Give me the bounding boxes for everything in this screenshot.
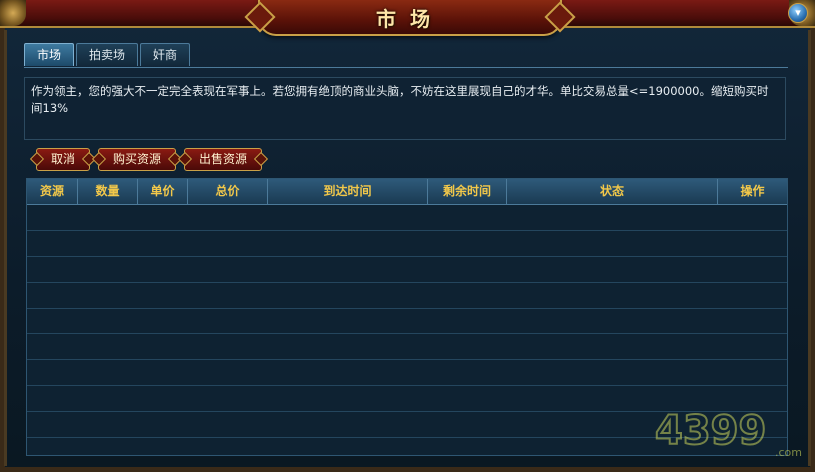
watermark-logo: 4399 .com xyxy=(655,407,802,459)
column-header-arrival-time: 到达时间 xyxy=(268,179,428,204)
tab-auction[interactable]: 拍卖场 xyxy=(76,43,139,66)
window-title: 市场 xyxy=(376,6,444,31)
cancel-button[interactable]: 取消 xyxy=(36,148,91,171)
sell-resource-button[interactable]: 出售资源 xyxy=(184,148,263,171)
table-header: 资源 数量 单价 总价 到达时间 剩余时间 状态 操作 xyxy=(27,179,787,205)
action-bar: 取消 购买资源 出售资源 xyxy=(36,148,263,171)
column-header-action: 操作 xyxy=(740,184,765,198)
right-border xyxy=(808,30,811,466)
column-header-total-price: 总价 xyxy=(188,179,268,204)
left-border xyxy=(4,30,7,466)
table-row xyxy=(27,283,787,309)
column-header-remaining-time: 剩余时间 xyxy=(428,179,507,204)
tab-merchant[interactable]: 奸商 xyxy=(140,43,191,66)
watermark-suffix: .com xyxy=(775,446,802,459)
buy-resource-button[interactable]: 购买资源 xyxy=(98,148,177,171)
table-row xyxy=(27,205,787,231)
table-row xyxy=(27,231,787,257)
column-header-unit-price: 单价 xyxy=(138,179,188,204)
column-header-quantity: 数量 xyxy=(78,179,138,204)
market-description: 作为领主，您的强大不一定完全表现在军事上。若您拥有绝顶的商业头脑，不妨在这里展现… xyxy=(24,77,786,140)
table-row xyxy=(27,334,787,361)
column-header-status: 状态 xyxy=(507,179,718,204)
help-icon[interactable]: ▾ xyxy=(788,3,808,23)
table-row xyxy=(27,257,787,283)
table-row xyxy=(27,360,787,387)
tab-divider xyxy=(24,67,788,68)
title-plate: 市场 xyxy=(258,0,562,36)
watermark-text: 4399 xyxy=(655,408,766,454)
corner-ornament-left xyxy=(0,0,26,26)
column-header-resource: 资源 xyxy=(27,179,78,204)
tab-bar: 市场 拍卖场 奸商 xyxy=(24,43,192,67)
table-row xyxy=(27,309,787,335)
tab-market[interactable]: 市场 xyxy=(24,43,75,66)
